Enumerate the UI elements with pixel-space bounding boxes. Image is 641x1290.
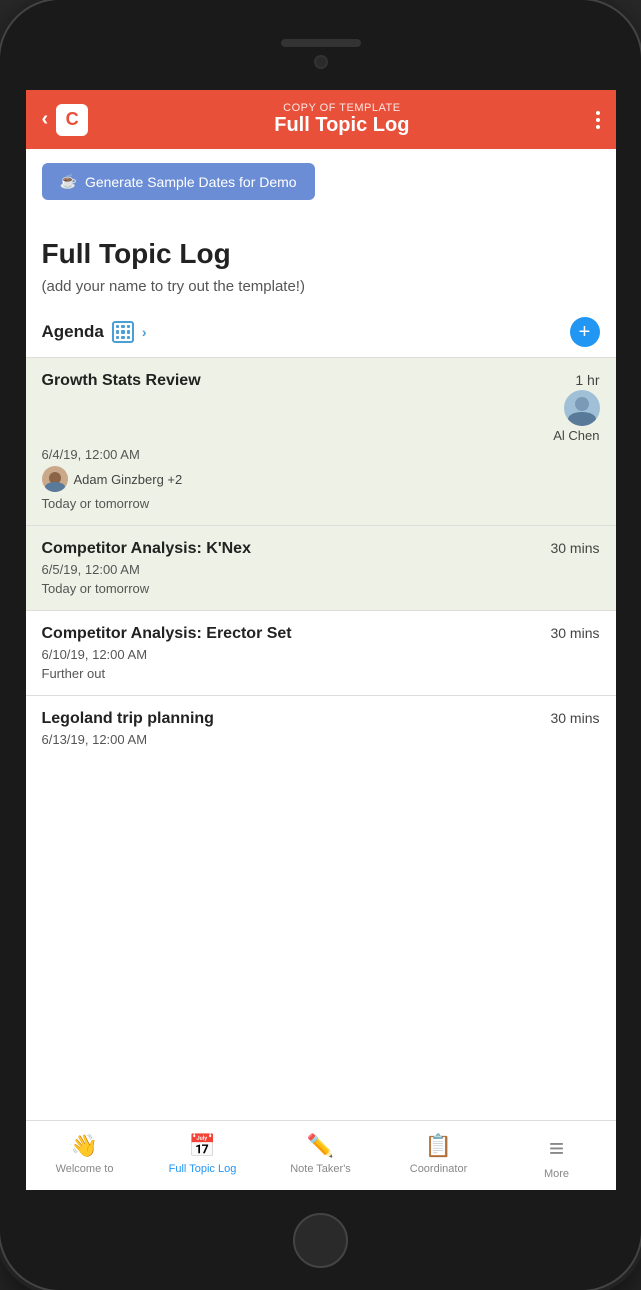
more-icon: ≡	[549, 1133, 564, 1164]
page-title-section: Full Topic Log (add your name to try out…	[26, 214, 616, 317]
nav-label-note-takers: Note Taker's	[290, 1163, 351, 1175]
topic-date: 6/13/19, 12:00 AM	[42, 732, 600, 747]
agenda-row: Agenda › +	[26, 317, 616, 347]
page-main-title: Full Topic Log	[42, 238, 600, 270]
clipboard-icon: 📋	[425, 1133, 452, 1159]
topic-name: Legoland trip planning	[42, 710, 539, 728]
assignee-area: 1 hr Al Chen	[553, 372, 599, 443]
chevron-right-icon[interactable]: ›	[142, 324, 147, 340]
nav-label-welcome: Welcome to	[56, 1163, 114, 1175]
topic-item[interactable]: Competitor Analysis: K'Nex 30 mins 6/5/1…	[26, 525, 616, 610]
page-subtitle: (add your name to try out the template!)	[42, 278, 600, 295]
topic-date: 6/5/19, 12:00 AM	[42, 562, 600, 577]
coffee-icon: ☕	[60, 173, 77, 190]
nav-label-full-topic-log: Full Topic Log	[169, 1163, 237, 1175]
header-center: COPY OF TEMPLATE Full Topic Log	[88, 102, 595, 137]
topic-timing: Today or tomorrow	[42, 496, 600, 511]
grid-view-icon[interactable]	[112, 321, 134, 343]
dot-icon	[596, 125, 600, 129]
phone-speaker	[281, 39, 361, 47]
dot-icon	[596, 118, 600, 122]
nav-item-note-takers[interactable]: ✏️ Note Taker's	[262, 1129, 380, 1184]
topic-duration: 1 hr	[575, 372, 599, 388]
phone-top-bar	[0, 0, 641, 90]
header-subtitle: COPY OF TEMPLATE	[88, 102, 595, 114]
topic-date: 6/10/19, 12:00 AM	[42, 647, 600, 662]
topic-name: Growth Stats Review	[42, 372, 554, 390]
generate-btn-wrap: ☕ Generate Sample Dates for Demo	[26, 149, 616, 214]
edit-icon: ✏️	[307, 1133, 334, 1159]
topic-name: Competitor Analysis: Erector Set	[42, 625, 539, 643]
topic-item-header: Competitor Analysis: Erector Set 30 mins	[42, 625, 600, 643]
nav-item-more[interactable]: ≡ More	[498, 1129, 616, 1184]
header-left: ‹ C	[42, 104, 89, 136]
bottom-nav: 👋 Welcome to 📅 Full Topic Log ✏️ Note Ta…	[26, 1120, 616, 1190]
topic-item[interactable]: Legoland trip planning 30 mins 6/13/19, …	[26, 695, 616, 765]
content-area: ☕ Generate Sample Dates for Demo Full To…	[26, 149, 616, 1120]
topic-name: Competitor Analysis: K'Nex	[42, 540, 539, 558]
agenda-left: Agenda ›	[42, 321, 147, 343]
phone-screen: ‹ C COPY OF TEMPLATE Full Topic Log ☕ Ge…	[26, 90, 616, 1190]
nav-label-more: More	[544, 1168, 569, 1180]
topic-list: Growth Stats Review 1 hr Al Chen 6/4/19,…	[26, 357, 616, 765]
nav-label-coordinator: Coordinator	[410, 1163, 467, 1175]
nav-item-full-topic-log[interactable]: 📅 Full Topic Log	[144, 1129, 262, 1184]
add-topic-button[interactable]: +	[570, 317, 600, 347]
generate-sample-dates-button[interactable]: ☕ Generate Sample Dates for Demo	[42, 163, 315, 200]
topic-duration: 30 mins	[550, 710, 599, 726]
topic-item[interactable]: Competitor Analysis: Erector Set 30 mins…	[26, 610, 616, 695]
topic-duration: 30 mins	[550, 540, 599, 556]
topic-duration: 30 mins	[550, 625, 599, 641]
dot-icon	[596, 111, 600, 115]
header-title: Full Topic Log	[88, 114, 595, 137]
app-header: ‹ C COPY OF TEMPLATE Full Topic Log	[26, 90, 616, 149]
topic-item[interactable]: Growth Stats Review 1 hr Al Chen 6/4/19,…	[26, 357, 616, 525]
calendar-icon: 📅	[189, 1133, 216, 1159]
nav-item-coordinator[interactable]: 📋 Coordinator	[380, 1129, 498, 1184]
generate-btn-label: Generate Sample Dates for Demo	[85, 174, 297, 190]
topic-timing: Further out	[42, 666, 600, 681]
assignee-name: Adam Ginzberg +2	[74, 472, 183, 487]
wave-icon: 👋	[71, 1133, 98, 1159]
home-button[interactable]	[293, 1213, 348, 1268]
more-options-button[interactable]	[596, 111, 600, 129]
agenda-label: Agenda	[42, 322, 104, 342]
topic-assignee-row: Adam Ginzberg +2	[42, 466, 600, 492]
topic-item-header: Growth Stats Review 1 hr Al Chen	[42, 372, 600, 443]
topic-date: 6/4/19, 12:00 AM	[42, 447, 600, 462]
avatar	[564, 390, 600, 426]
topic-item-header: Legoland trip planning 30 mins	[42, 710, 600, 728]
back-button[interactable]: ‹	[42, 108, 49, 131]
phone-bottom-bar	[0, 1190, 641, 1290]
phone-shell: ‹ C COPY OF TEMPLATE Full Topic Log ☕ Ge…	[0, 0, 641, 1290]
avatar	[42, 466, 68, 492]
topic-item-header: Competitor Analysis: K'Nex 30 mins	[42, 540, 600, 558]
topic-timing: Today or tomorrow	[42, 581, 600, 596]
assignee-name: Al Chen	[553, 428, 599, 443]
phone-camera	[314, 55, 328, 69]
app-logo: C	[56, 104, 88, 136]
nav-item-welcome[interactable]: 👋 Welcome to	[26, 1129, 144, 1184]
